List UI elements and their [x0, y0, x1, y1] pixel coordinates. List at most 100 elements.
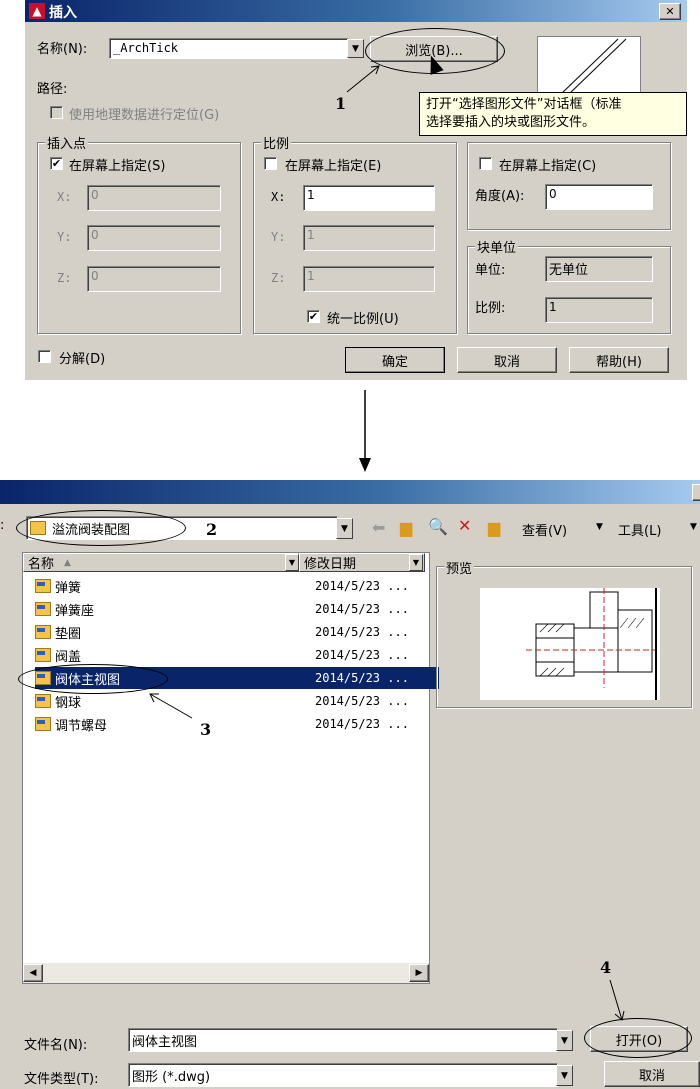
explode-label: 分解(D) — [59, 352, 106, 367]
help-button[interactable]: 帮助(H) — [569, 347, 669, 373]
column-header-name[interactable]: 名称 ▲ — [23, 553, 299, 572]
file-date: 2014/5/23 ... — [315, 625, 409, 639]
annotation-arrow-4 — [609, 979, 625, 1021]
annotation-number-3: 3 — [200, 720, 212, 739]
tools-menu[interactable]: 工具(L) — [618, 520, 661, 539]
insert-point-group-title: 插入点 — [45, 133, 89, 152]
insert-y-label: Y: — [57, 230, 72, 244]
file-row[interactable]: 弹簧 2014/5/23 ... — [35, 575, 439, 597]
chevron-down-icon: ▼ — [561, 1070, 568, 1081]
file-name: 阀盖 — [55, 649, 82, 665]
browse-tooltip: 打开“选择图形文件”对话框（标准 选择要插入的块或图形文件。 — [419, 92, 687, 136]
rotation-onscreen-checkbox[interactable] — [479, 157, 492, 170]
new-folder-icon[interactable]: ▆ — [488, 518, 500, 537]
chevron-down-icon: ▼ — [561, 1035, 568, 1046]
insert-dialog-titlebar[interactable]: ▲ 插入 ✕ — [25, 0, 687, 22]
close-button[interactable]: ✕ — [659, 3, 681, 20]
valve-body-drawing — [526, 588, 657, 700]
view-menu-arrow-icon[interactable]: ▼ — [596, 522, 603, 532]
file-row[interactable]: 调节螺母 2014/5/23 ... — [35, 713, 439, 735]
geo-label: 使用地理数据进行定位(G) — [69, 108, 220, 123]
file-name: 弹簧座 — [55, 603, 95, 619]
tooltip-line-1: 打开“选择图形文件”对话框（标准 — [426, 97, 622, 112]
scale-onscreen-checkbox[interactable] — [264, 157, 277, 170]
file-date: 2014/5/23 ... — [315, 694, 409, 708]
angle-field[interactable]: 0 — [545, 184, 653, 210]
select-file-dialog: : 溢流阀装配图 ▼ 2 ⬅ ▆ 🔍 ✕ ▆ 查看(V) ▼ 工具(L) ▼ 名… — [0, 480, 700, 1089]
file-name: 垫圈 — [55, 626, 82, 642]
dwg-file-icon — [35, 694, 51, 708]
filetype-dropdown-button[interactable]: ▼ — [556, 1065, 573, 1086]
insert-x-field[interactable]: 0 — [87, 185, 221, 211]
ok-button[interactable]: 确定 — [345, 347, 445, 373]
back-arrow-icon[interactable]: ⬅ — [372, 518, 385, 537]
filename-label: 文件名(N): — [24, 1038, 88, 1053]
filetype-label: 文件类型(T): — [24, 1072, 99, 1087]
horizontal-scrollbar[interactable]: ◀ ▶ — [23, 963, 429, 983]
annotation-arrow-1 — [346, 65, 380, 93]
scale-z-field[interactable]: 1 — [303, 266, 435, 292]
search-web-icon[interactable]: 🔍 — [428, 517, 448, 536]
scroll-left-button[interactable]: ◀ — [23, 964, 43, 982]
filename-dropdown-button[interactable]: ▼ — [556, 1030, 573, 1051]
name-dropdown-button[interactable]: ▼ — [347, 39, 364, 58]
name-combobox[interactable]: _ArchTick — [109, 38, 349, 59]
block-unit-group-title: 块单位 — [475, 237, 519, 256]
file-list[interactable]: 名称 ▲ ▼ 修改日期 ▼ 弹簧 2014/5/23 ... 弹簧座 2014/5/2… — [22, 552, 439, 984]
insert-y-field[interactable]: 0 — [87, 225, 221, 251]
sort-ascending-icon: ▲ — [64, 557, 71, 568]
annotation-ellipse-2 — [16, 510, 186, 546]
chevron-down-icon: ▼ — [341, 523, 348, 534]
filetype-combobox[interactable]: 图形 (*.dwg) — [128, 1063, 558, 1087]
annotation-ellipse-4 — [584, 1018, 692, 1058]
cancel-button[interactable]: 取消 — [457, 347, 557, 373]
dwg-file-icon — [35, 602, 51, 616]
file-name: 弹簧 — [55, 580, 82, 596]
look-in-label: : — [0, 518, 5, 533]
preview-label: 预览 — [444, 558, 475, 577]
dwg-file-icon — [35, 625, 51, 639]
tools-menu-arrow-icon[interactable]: ▼ — [690, 522, 697, 532]
file-row[interactable]: 阀盖 2014/5/23 ... — [35, 644, 439, 666]
name-label: 名称(N): — [37, 42, 88, 57]
unit-field: 无单位 — [545, 256, 653, 282]
explode-checkbox[interactable] — [38, 350, 51, 363]
scale-x-field[interactable]: 1 — [303, 185, 435, 211]
file-row[interactable]: 弹簧座 2014/5/23 ... — [35, 598, 439, 620]
scale-y-label: Y: — [271, 230, 286, 244]
column-header-date[interactable]: 修改日期 — [299, 553, 425, 572]
file-row[interactable]: 垫圈 2014/5/23 ... — [35, 621, 439, 643]
delete-icon[interactable]: ✕ — [458, 516, 471, 535]
geo-checkbox[interactable] — [50, 106, 63, 119]
transition-arrow — [359, 390, 371, 472]
file-dialog-close-button[interactable] — [692, 484, 700, 501]
dwg-file-icon — [35, 717, 51, 731]
file-dialog-titlebar[interactable] — [0, 480, 700, 504]
scroll-right-button[interactable]: ▶ — [409, 964, 429, 982]
preview-image — [480, 588, 660, 700]
column-date-dropdown[interactable]: ▼ — [409, 554, 423, 571]
block-preview — [537, 36, 641, 98]
annotation-number-2: 2 — [206, 520, 218, 539]
uniform-scale-label: 统一比例(U) — [327, 312, 399, 327]
unit-label: 单位: — [475, 263, 506, 278]
scale-y-field[interactable]: 1 — [303, 225, 435, 251]
filename-input[interactable]: 阀体主视图 — [128, 1028, 558, 1052]
unit-factor-label: 比例: — [475, 301, 506, 316]
column-name-dropdown[interactable]: ▼ — [285, 554, 299, 571]
close-icon: ✕ — [665, 5, 675, 18]
file-cancel-button[interactable]: 取消 — [604, 1061, 700, 1087]
rotation-onscreen-label: 在屏幕上指定(C) — [499, 159, 597, 174]
block-preview-drawing — [559, 38, 627, 96]
dwg-file-icon — [35, 648, 51, 662]
up-folder-icon[interactable]: ▆ — [400, 518, 412, 537]
view-menu[interactable]: 查看(V) — [522, 520, 567, 539]
annotation-arrow-3 — [149, 693, 193, 719]
unit-factor-field: 1 — [545, 297, 653, 323]
insert-z-field[interactable]: 0 — [87, 266, 221, 292]
scale-group-title: 比例 — [261, 133, 292, 152]
look-in-dropdown-button[interactable]: ▼ — [336, 518, 353, 539]
annotation-number-1: 1 — [335, 94, 347, 113]
insert-point-onscreen-checkbox[interactable]: ✔ — [50, 157, 63, 170]
uniform-scale-checkbox[interactable]: ✔ — [307, 310, 320, 323]
